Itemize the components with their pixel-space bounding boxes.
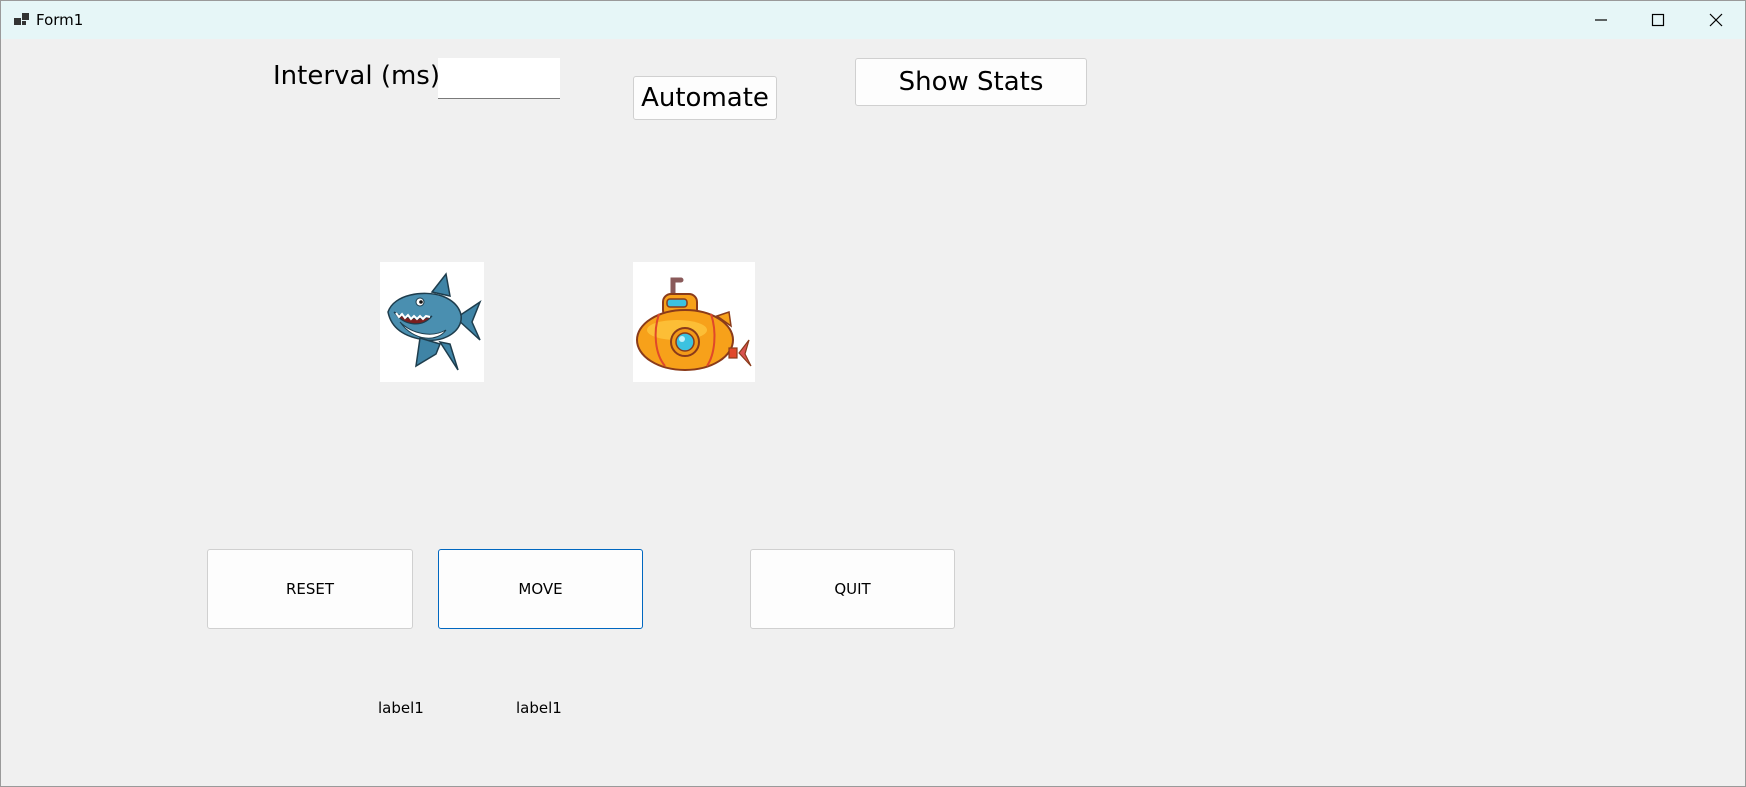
- shark-picture-box: [380, 262, 484, 382]
- quit-button[interactable]: QUIT: [750, 549, 955, 629]
- maximize-icon: [1651, 13, 1665, 27]
- window-title: Form1: [36, 11, 84, 29]
- close-icon: [1709, 13, 1723, 27]
- submarine-image: [636, 277, 752, 371]
- form-app-icon: [14, 12, 30, 28]
- main-window: Form1 Interval (ms) Automate Show Stats: [0, 0, 1746, 787]
- interval-label: Interval (ms): [273, 61, 440, 91]
- automate-button[interactable]: Automate: [633, 76, 777, 120]
- close-button[interactable]: [1687, 1, 1745, 39]
- shark-image: [387, 272, 482, 371]
- title-bar[interactable]: Form1: [1, 1, 1745, 39]
- move-button[interactable]: MOVE: [438, 549, 643, 629]
- minimize-icon: [1594, 13, 1608, 27]
- reset-button[interactable]: RESET: [207, 549, 413, 629]
- form-client-area: Interval (ms) Automate Show Stats RESET …: [1, 39, 1745, 786]
- submarine-position-label: label1: [516, 699, 562, 717]
- show-stats-button[interactable]: Show Stats: [855, 58, 1087, 106]
- minimize-button[interactable]: [1572, 1, 1630, 39]
- submarine-picture-box: [633, 262, 755, 382]
- shark-position-label: label1: [378, 699, 424, 717]
- maximize-button[interactable]: [1629, 1, 1687, 39]
- interval-input[interactable]: [438, 58, 560, 99]
